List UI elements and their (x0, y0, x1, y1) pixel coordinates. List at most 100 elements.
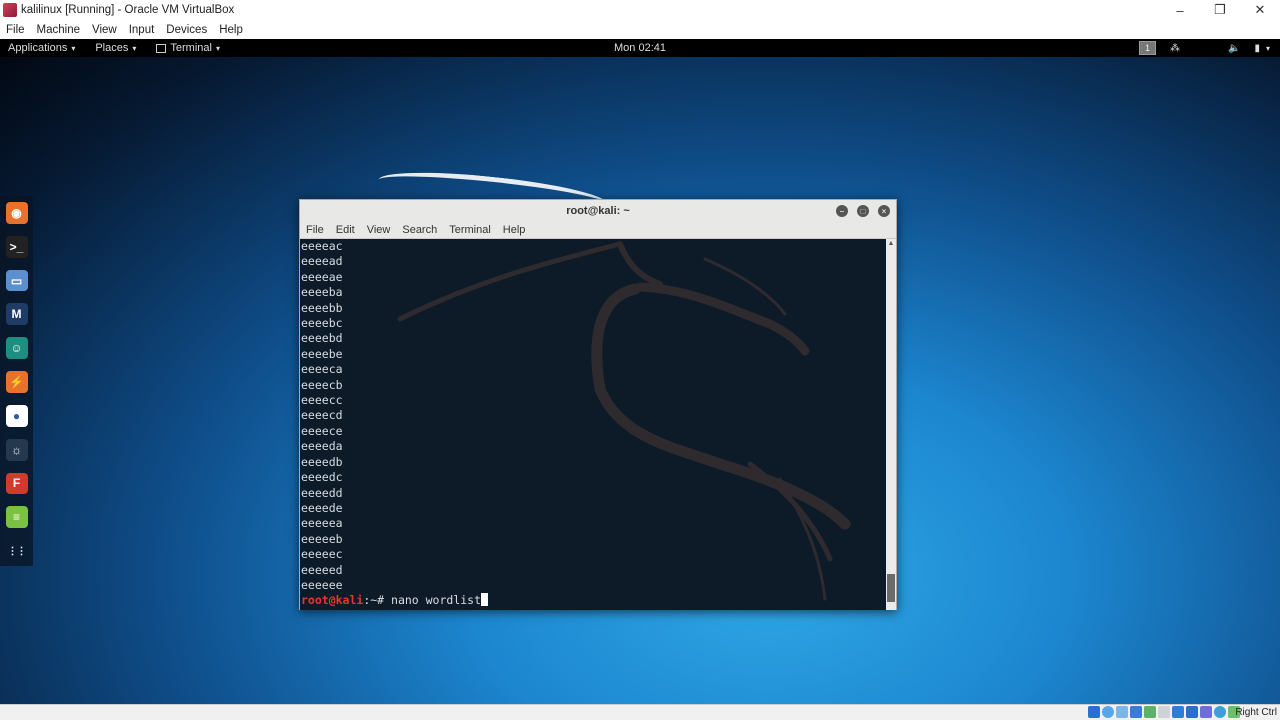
video-capture-icon[interactable] (1186, 706, 1198, 718)
terminal-line: eeeeee (301, 577, 343, 592)
dock: ◉ >_ ▭ M ☺ ⚡ ● ☼ F ≡ ⋮⋮ (0, 196, 33, 566)
terminal-line: eeeecb (301, 377, 343, 392)
workspace-indicator[interactable]: 1 (1139, 41, 1157, 55)
terminal-line: eeeeac (301, 239, 343, 253)
shared-folders-icon[interactable] (1158, 706, 1170, 718)
terminal-menu-file[interactable]: File (300, 224, 330, 236)
guest-additions-icon[interactable] (1214, 706, 1226, 718)
dock-maltego-icon[interactable]: ● (5, 404, 28, 427)
menu-help[interactable]: Help (213, 24, 249, 36)
scrollbar-thumb[interactable] (887, 574, 895, 602)
hard-disk-icon[interactable] (1088, 706, 1100, 718)
dock-leafpad-icon[interactable]: ≡ (5, 506, 28, 529)
window-title: kalilinux [Running] - Oracle VM VirtualB… (21, 4, 235, 16)
terminal-menu-view[interactable]: View (361, 224, 397, 236)
terminal-line: eeeebe (301, 346, 343, 361)
dock-faraday-icon[interactable]: F (5, 472, 28, 495)
terminal-line: eeeeec (301, 547, 343, 562)
terminal-menu-terminal[interactable]: Terminal (443, 224, 497, 236)
terminal-title: root@kali: ~ (566, 205, 630, 217)
prompt-user: root@kali (301, 593, 364, 608)
network-adapter-icon[interactable] (1130, 706, 1142, 718)
restore-button[interactable]: ❐ (1200, 0, 1240, 20)
terminal-line: eeeeda (301, 439, 343, 454)
vt-x-icon[interactable] (1200, 706, 1212, 718)
virtualbox-title-bar: kalilinux [Running] - Oracle VM VirtualB… (0, 0, 1280, 20)
menu-input[interactable]: Input (123, 24, 161, 36)
dock-beef-icon[interactable]: ☼ (5, 438, 28, 461)
terminal-line: eeeebb (301, 300, 343, 315)
terminal-line: eeeecd (301, 408, 343, 423)
terminal-menu-search[interactable]: Search (396, 224, 443, 236)
terminal-content[interactable]: eeeeac eeeead eeeeae eeeeba eeeebb eeeebc eeee… (300, 239, 887, 610)
clock[interactable]: Mon 02:41 (614, 42, 666, 54)
terminal-line: eeeeba (301, 285, 343, 300)
terminal-app-menu[interactable]: Terminal ▾ (156, 42, 220, 54)
menu-view[interactable]: View (86, 24, 123, 36)
dock-armitage-icon[interactable]: ☺ (5, 337, 28, 360)
audio-icon[interactable] (1116, 706, 1128, 718)
terminal-line: eeeeae (301, 269, 343, 284)
terminal-menu-bar: File Edit View Search Terminal Help (300, 222, 896, 239)
menu-devices[interactable]: Devices (160, 24, 213, 36)
terminal-window: root@kali: ~ – □ × File Edit View Search… (299, 199, 897, 610)
terminal-close-icon[interactable]: × (878, 205, 890, 217)
terminal-line: eeeedd (301, 485, 343, 500)
terminal-line: eeeece (301, 423, 343, 438)
terminal-line: eeeede (301, 500, 343, 515)
host-key-label: Right Ctrl (1235, 707, 1277, 718)
applications-label: Applications (8, 42, 68, 54)
network-icon[interactable]: ⁂ (1170, 43, 1180, 54)
minimize-button[interactable]: – (1160, 0, 1200, 20)
terminal-line: eeeedb (301, 454, 343, 469)
terminal-label: Terminal (170, 42, 212, 54)
typed-command: nano wordlist (391, 593, 482, 608)
terminal-line: eeeeca (301, 362, 343, 377)
terminal-line: eeeecc (301, 393, 343, 408)
prompt-path: :~# (363, 593, 392, 608)
virtualbox-app-icon (3, 3, 17, 17)
terminal-line: eeeeeb (301, 531, 343, 546)
battery-icon[interactable]: ▮ (1254, 43, 1260, 54)
menu-file[interactable]: File (0, 24, 31, 36)
places-menu[interactable]: Places ▾ (95, 42, 136, 54)
applications-menu[interactable]: Applications ▾ (8, 42, 75, 54)
terminal-line: eeeebd (301, 331, 343, 346)
terminal-line: eeeebc (301, 316, 343, 331)
terminal-icon (156, 43, 167, 53)
close-button[interactable]: ✕ (1240, 0, 1280, 20)
terminal-maximize-icon[interactable]: □ (857, 205, 869, 217)
dock-show-apps-icon[interactable]: ⋮⋮ (6, 540, 28, 562)
terminal-scrollbar[interactable]: ▲ (886, 239, 896, 610)
dock-metasploit-icon[interactable]: M (5, 303, 28, 326)
dock-burpsuite-icon[interactable]: ⚡ (5, 371, 28, 393)
terminal-output: eeeeac eeeead eeeeae eeeeba eeeebb eeeebc eeee… (301, 239, 489, 609)
terminal-line: eeeead (301, 254, 343, 269)
dock-terminal-icon[interactable]: >_ (5, 235, 28, 258)
volume-icon[interactable]: 🔈 (1228, 43, 1240, 54)
display-icon[interactable] (1172, 706, 1184, 718)
system-menu-icon[interactable]: ▾ (1266, 44, 1270, 53)
virtualbox-menu-bar: File Machine View Input Devices Help (0, 20, 1280, 39)
dock-firefox-icon[interactable]: ◉ (5, 202, 28, 224)
terminal-menu-help[interactable]: Help (497, 224, 532, 236)
optical-drive-icon[interactable] (1102, 706, 1114, 718)
places-label: Places (95, 42, 129, 54)
terminal-title-bar[interactable]: root@kali: ~ – □ × (300, 200, 896, 222)
terminal-prompt-line[interactable]: root@kali:~# nano wordlist (301, 593, 489, 608)
usb-icon[interactable] (1144, 706, 1156, 718)
menu-machine[interactable]: Machine (31, 24, 86, 36)
terminal-minimize-icon[interactable]: – (836, 205, 848, 217)
terminal-line: eeeedc (301, 470, 343, 485)
caret-down-icon: ▾ (215, 43, 220, 53)
terminal-menu-edit[interactable]: Edit (330, 224, 361, 236)
caret-down-icon: ▾ (71, 43, 76, 53)
terminal-line: eeeeea (301, 516, 343, 531)
virtualbox-status-bar: Right Ctrl (0, 704, 1280, 720)
scroll-up-icon[interactable]: ▲ (887, 240, 895, 247)
caret-down-icon: ▾ (132, 43, 137, 53)
terminal-line: eeeeed (301, 562, 343, 577)
text-cursor (481, 593, 489, 607)
dock-files-icon[interactable]: ▭ (5, 269, 28, 292)
gnome-top-bar: Applications ▾ Places ▾ Terminal ▾ Mon 0… (0, 39, 1280, 57)
